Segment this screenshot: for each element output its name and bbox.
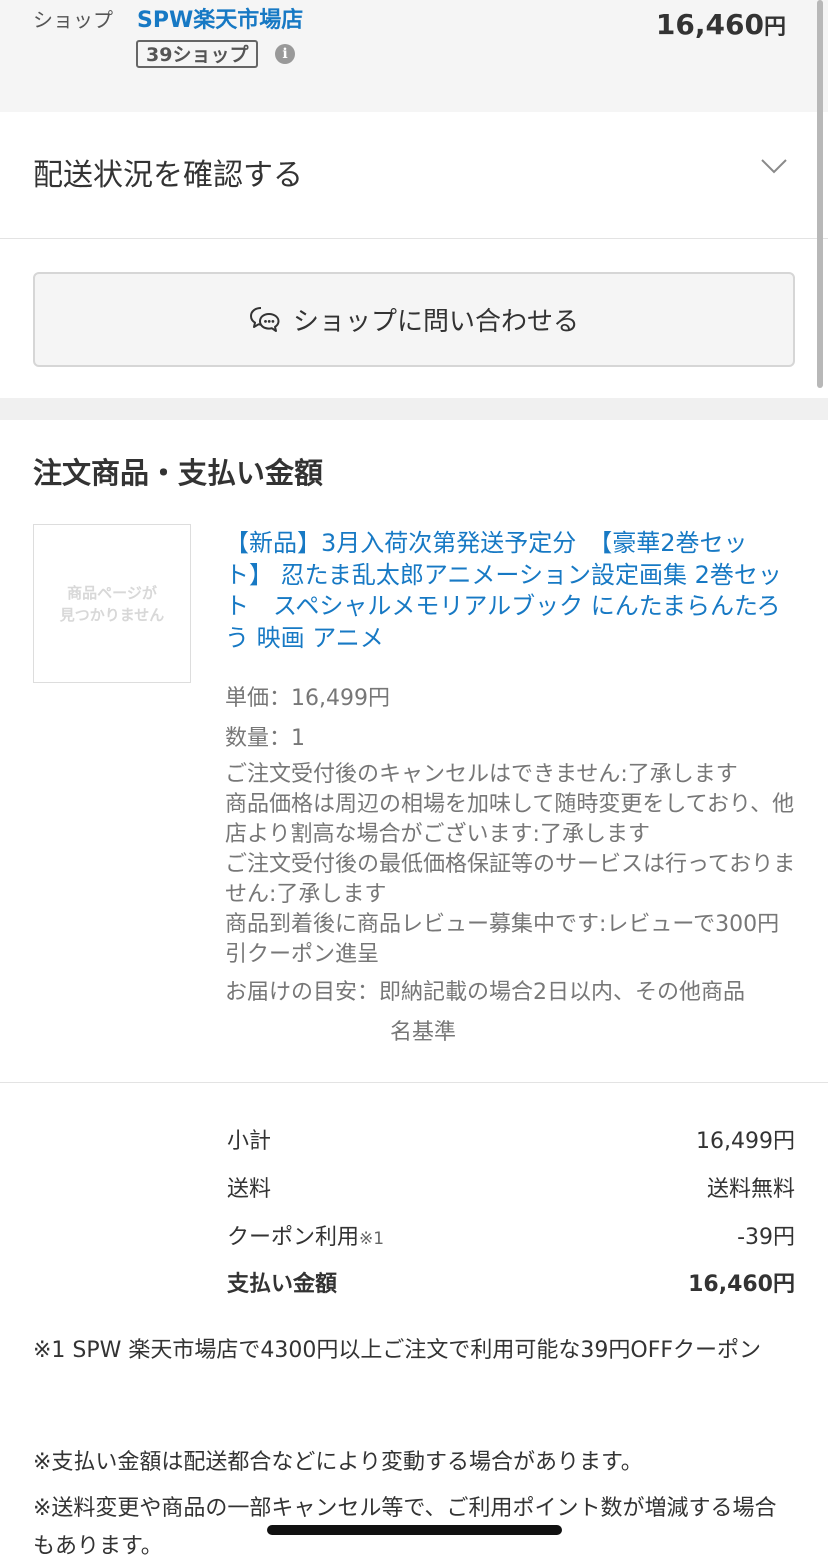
- unit-price: 単価：16,499円: [225, 686, 390, 711]
- contact-shop-label: ショップに問い合わせる: [292, 307, 579, 337]
- quantity: 数量：1: [225, 726, 305, 751]
- contact-shop-button[interactable]: ショップに問い合わせる: [33, 272, 795, 367]
- delivery-estimate-continued: 名基準: [390, 1020, 457, 1045]
- coupon-note-mark: ※1: [359, 1229, 385, 1249]
- product-option-notes: ご注文受付後のキャンセルはできません:了承します 商品価格は周辺の相場を加味して…: [225, 760, 797, 970]
- option-note: 商品価格は周辺の相場を加味して随時変更をしており、他店より割高な場合がございます…: [225, 792, 795, 847]
- product-title-link[interactable]: 【新品】3月入荷次第発送予定分 【豪華2巻セット】 忍たま乱太郎アニメーション設…: [225, 528, 795, 654]
- total-label: 支払い金額: [227, 1272, 338, 1297]
- chat-bubbles-icon: [249, 306, 280, 332]
- thumbnail-text-line-1: 商品ページが: [67, 583, 157, 602]
- payment-change-footnote: ※支払い金額は配送都合などにより変動する場合があります。: [33, 1450, 643, 1475]
- shop-order-amount: 16,460円: [656, 8, 786, 41]
- shop-name-link[interactable]: SPW楽天市場店: [137, 2, 303, 34]
- currency-label: 円: [763, 15, 786, 40]
- coupon-value: -39円: [737, 1225, 795, 1250]
- coupon-footnote: ※1 SPW 楽天市場店で4300円以上ご注文で利用可能な39円OFFクーポン: [33, 1338, 762, 1363]
- shop-label: ショップ: [33, 8, 113, 32]
- thumbnail-placeholder-text: 商品ページが 見つかりません: [60, 582, 165, 626]
- product-thumbnail[interactable]: 商品ページが 見つかりません: [33, 524, 191, 683]
- thumbnail-text-line-2: 見つかりません: [59, 605, 165, 624]
- option-note: ご注文受付後のキャンセルはできません:了承します: [225, 762, 738, 787]
- shipping-status-label: 配送状況を確認する: [33, 158, 303, 193]
- shipping-fee-label: 送料: [227, 1177, 272, 1202]
- chevron-down-icon: [761, 159, 787, 174]
- contact-shop-button-content: ショップに問い合わせる: [35, 274, 793, 365]
- info-icon[interactable]: i: [275, 44, 295, 64]
- home-indicator[interactable]: [267, 1525, 562, 1535]
- scrollbar[interactable]: [817, 0, 823, 388]
- coupon-label-text: クーポン利用: [227, 1225, 360, 1250]
- amount-value: 16,460: [655, 8, 764, 41]
- shipping-fee-value: 送料無料: [706, 1177, 795, 1202]
- option-note: 商品到着後に商品レビュー募集中です:レビューで300円引クーポン進呈: [225, 912, 780, 967]
- option-note: ご注文受付後の最低価格保証等のサービスは行っておりません:了承します: [225, 852, 796, 907]
- summary-divider: [0, 1082, 828, 1083]
- total-value: 16,460円: [688, 1272, 795, 1297]
- section-separator: [0, 398, 828, 420]
- subtotal-value: 16,499円: [696, 1129, 795, 1154]
- shop-39-badge: 39ショップ: [136, 40, 259, 68]
- order-section-title: 注文商品・支払い金額: [33, 456, 324, 490]
- delivery-estimate: お届けの目安：即納記載の場合2日以内、その他商品: [225, 980, 745, 1005]
- subtotal-label: 小計: [227, 1129, 272, 1154]
- coupon-label: クーポン利用※1: [227, 1219, 384, 1251]
